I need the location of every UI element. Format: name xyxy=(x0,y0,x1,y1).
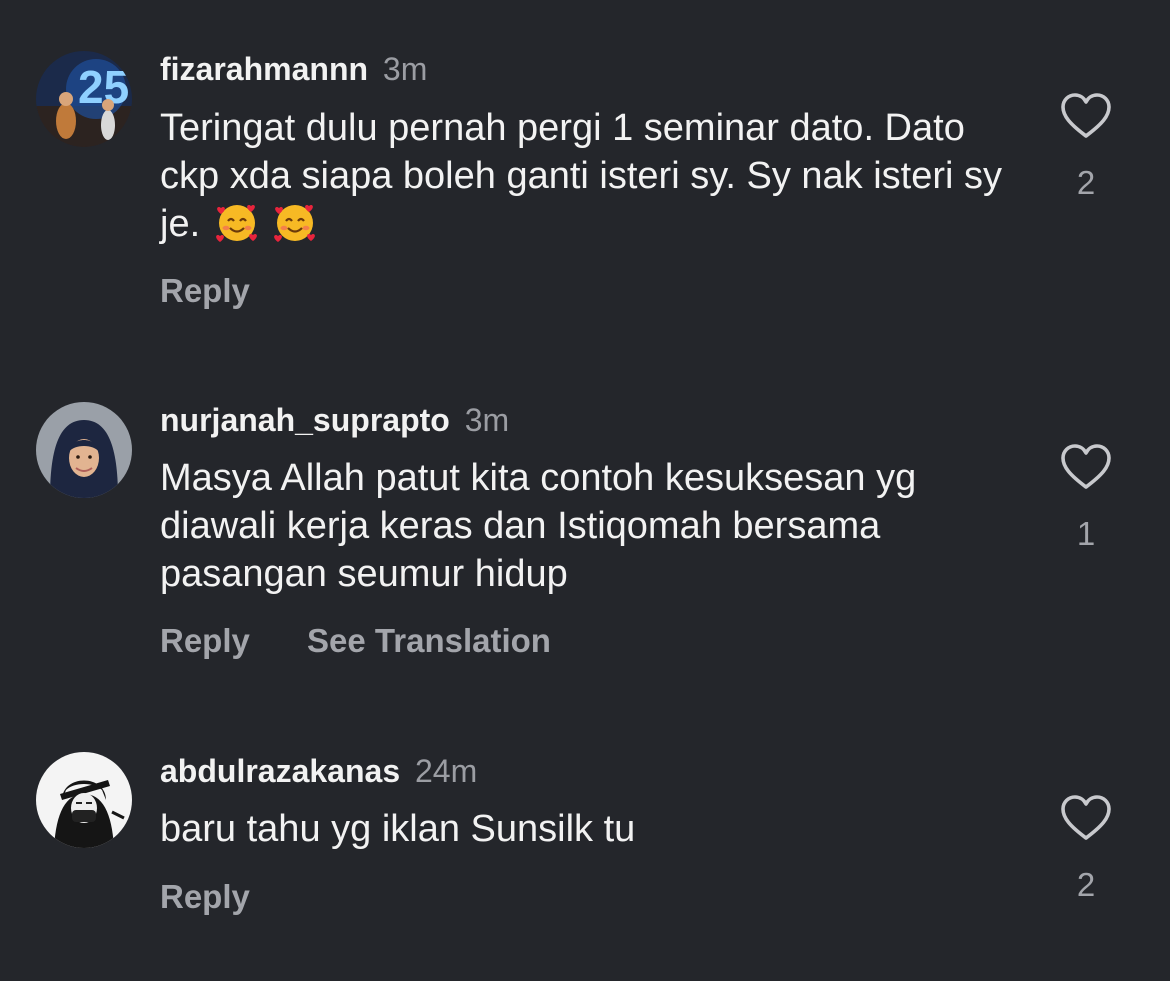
comment-actions: Reply xyxy=(160,878,250,916)
username[interactable]: nurjanah_suprapto xyxy=(160,402,450,438)
heart-outline-icon[interactable] xyxy=(1060,92,1112,140)
comment-text: baru tahu yg iklan Sunsilk tu xyxy=(160,805,1020,853)
comment-header: abdulrazakanas 24m xyxy=(160,751,477,791)
comment-text-content: baru tahu yg iklan Sunsilk tu xyxy=(160,808,636,850)
smiling-face-with-hearts-icon xyxy=(215,204,257,242)
avatar[interactable]: 25 xyxy=(36,51,132,147)
like-control: 2 xyxy=(1060,794,1112,904)
like-count: 1 xyxy=(1076,515,1096,552)
comment-header: fizarahmannn 3m xyxy=(160,49,427,89)
avatar[interactable] xyxy=(36,752,132,848)
timestamp: 3m xyxy=(464,402,510,438)
reply-button[interactable]: Reply xyxy=(160,622,250,659)
timestamp: 24m xyxy=(415,753,478,789)
like-control: 2 xyxy=(1060,92,1112,202)
comment-header: nurjanah_suprapto 3m xyxy=(160,400,509,440)
like-control: 1 xyxy=(1060,443,1112,553)
username[interactable]: fizarahmannn xyxy=(160,51,368,87)
comment-text-content: Masya Allah patut kita contoh kesuksesan… xyxy=(160,457,917,595)
comment-actions: Reply xyxy=(160,272,250,310)
reply-button[interactable]: Reply xyxy=(160,272,250,309)
avatar[interactable] xyxy=(36,402,132,498)
username[interactable]: abdulrazakanas xyxy=(160,753,400,789)
heart-outline-icon[interactable] xyxy=(1060,794,1112,842)
like-count: 2 xyxy=(1076,164,1096,201)
timestamp: 3m xyxy=(382,51,428,87)
like-count: 2 xyxy=(1076,866,1096,903)
comment-actions: Reply See Translation xyxy=(160,622,551,660)
smiling-face-with-hearts-icon xyxy=(274,204,316,242)
comment-text: Teringat dulu pernah pergi 1 seminar dat… xyxy=(160,104,1020,248)
heart-outline-icon[interactable] xyxy=(1060,443,1112,491)
see-translation-button[interactable]: See Translation xyxy=(307,622,551,659)
comment-text: Masya Allah patut kita contoh kesuksesan… xyxy=(160,454,1020,598)
reply-button[interactable]: Reply xyxy=(160,878,250,915)
